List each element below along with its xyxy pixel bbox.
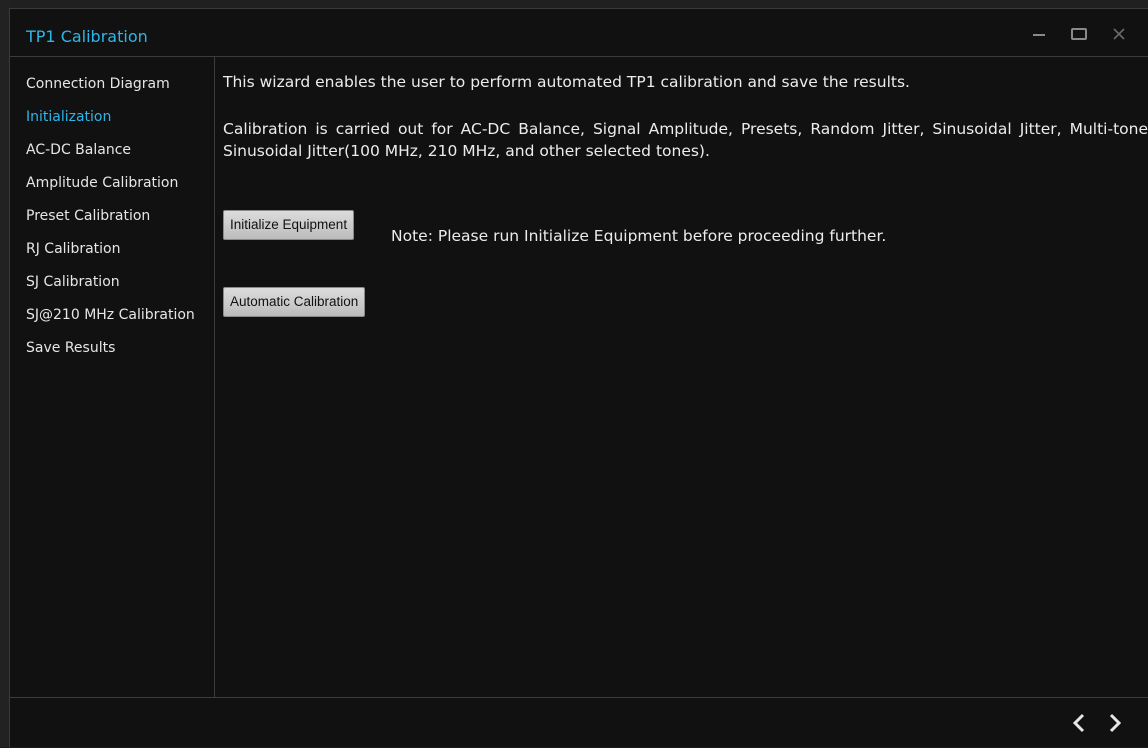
maximize-icon bbox=[1071, 28, 1087, 40]
sidebar-item-connection-diagram[interactable]: Connection Diagram bbox=[10, 74, 214, 107]
chevron-left-icon bbox=[1072, 713, 1085, 733]
initialize-equipment-button[interactable]: Initialize Equipment bbox=[223, 210, 355, 240]
note-text: Note: Please run Initialize Equipment be… bbox=[391, 227, 887, 245]
background-window-strip bbox=[0, 0, 1148, 8]
window-controls bbox=[1028, 23, 1130, 45]
sidebar-item-preset-calibration[interactable]: Preset Calibration bbox=[10, 206, 214, 239]
background-window-edge bbox=[0, 0, 9, 747]
sidebar-item-sj-210mhz-calibration[interactable]: SJ@210 MHz Calibration bbox=[10, 305, 214, 338]
chevron-right-icon bbox=[1109, 713, 1122, 733]
close-button[interactable] bbox=[1108, 23, 1130, 45]
sidebar-item-rj-calibration[interactable]: RJ Calibration bbox=[10, 239, 214, 272]
wizard-navigation bbox=[1068, 710, 1126, 736]
automatic-calibration-button[interactable]: Automatic Calibration bbox=[223, 287, 366, 317]
sidebar-item-save-results[interactable]: Save Results bbox=[10, 338, 214, 371]
title-bar: TP1 Calibration bbox=[10, 9, 1148, 57]
sidebar-item-ac-dc-balance[interactable]: AC-DC Balance bbox=[10, 140, 214, 173]
next-button[interactable] bbox=[1104, 710, 1126, 736]
minimize-icon bbox=[1033, 34, 1045, 36]
sidebar-item-amplitude-calibration[interactable]: Amplitude Calibration bbox=[10, 173, 214, 206]
maximize-button[interactable] bbox=[1068, 23, 1090, 45]
sidebar-item-initialization[interactable]: Initialization bbox=[10, 107, 214, 140]
calibration-window: TP1 Calibration Connection Diagram Initi… bbox=[9, 8, 1148, 747]
window-title: TP1 Calibration bbox=[26, 27, 148, 46]
back-button[interactable] bbox=[1068, 710, 1090, 736]
description-text: Calibration is carried out for AC-DC Bal… bbox=[223, 120, 1148, 160]
wizard-steps-sidebar: Connection Diagram Initialization AC-DC … bbox=[10, 57, 215, 697]
minimize-button[interactable] bbox=[1028, 23, 1050, 45]
wizard-footer bbox=[10, 697, 1148, 748]
close-icon bbox=[1113, 28, 1125, 40]
sidebar-item-sj-calibration[interactable]: SJ Calibration bbox=[10, 272, 214, 305]
intro-text: This wizard enables the user to perform … bbox=[223, 73, 910, 91]
initialization-panel: This wizard enables the user to perform … bbox=[223, 57, 1148, 697]
